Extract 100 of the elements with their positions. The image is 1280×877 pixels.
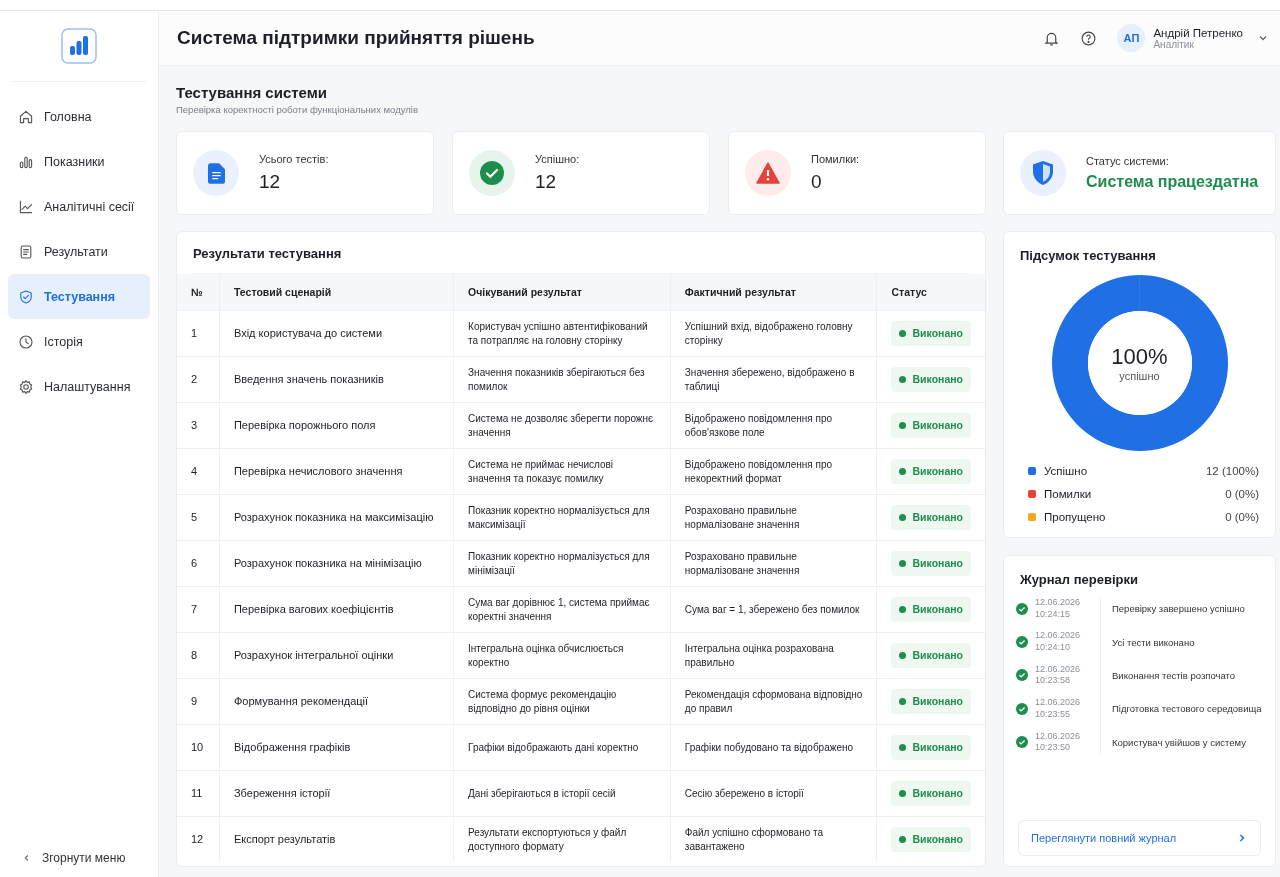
log-message: Підготовка тестового середовища	[1112, 703, 1262, 715]
table-cell: Розрахунок показника на мінімізацію	[219, 540, 454, 587]
log-date: 12.06.2026	[1035, 597, 1082, 609]
sidebar-item[interactable]: Налаштування	[8, 364, 150, 409]
table-cell: 10	[177, 724, 220, 771]
full-log-button[interactable]: Переглянути повний журнал	[1018, 820, 1261, 856]
clock-icon	[18, 333, 34, 350]
table-cell: Успішний вхід, відображено головну сторінку	[670, 310, 877, 357]
status-badge: Виконано	[891, 689, 971, 714]
table-cell: Користувач успішно автентифікований та потрапляє на головну сторінку	[453, 310, 671, 357]
shield-icon	[1033, 161, 1053, 185]
check-circle-icon	[1016, 669, 1028, 682]
table-cell: Розрахунок показника на максимізацію	[219, 494, 454, 541]
app-title: Система підтримки прийняття рішень	[177, 27, 535, 49]
check-circle-icon	[1016, 736, 1028, 749]
table-cell: Вхід користувача до системи	[219, 310, 454, 357]
status-badge: Виконано	[891, 551, 971, 576]
log-time: 10:23:55	[1035, 708, 1072, 721]
table-cell: Перевірка вагових коефіцієнтів	[219, 586, 454, 633]
table-cell: Розраховано правильне нормалізоване значення	[670, 540, 877, 587]
log-message: Перевірку завершено успішно	[1112, 603, 1245, 615]
sidebar-item[interactable]: Аналітичні сесії	[8, 184, 150, 229]
table-cell: Інтегральна оцінка обчислюється коректно	[453, 632, 671, 679]
table-cell: Графіки побудовано та відображено	[670, 724, 877, 771]
sidebar-item[interactable]: Історія	[8, 319, 150, 364]
table-cell: Перевірка порожнього поля	[219, 402, 454, 449]
legend-label: Пропущено	[1044, 511, 1106, 523]
stat-label: Помилки:	[811, 153, 860, 165]
table-cell: Формування рекомендації	[219, 678, 454, 725]
stat-label: Успішно:	[535, 153, 580, 165]
legend-value: 0 (0%)	[1225, 488, 1259, 500]
user-name: Андрій Петренко	[1153, 26, 1243, 39]
column-header: Статус	[877, 274, 985, 311]
table-cell: Введення значень показників	[219, 356, 454, 403]
table-cell: Графіки відображають дані коректно	[453, 724, 671, 771]
table-cell: Експорт результатів	[219, 816, 454, 862]
table-cell: Значення збережено, відображено в таблиці	[670, 356, 877, 403]
column-header: №	[177, 274, 220, 311]
sidebar-item[interactable]: Результати	[8, 229, 150, 274]
legend-value: 12 (100%)	[1205, 465, 1259, 477]
status-badge: Виконано	[891, 781, 971, 806]
log-date: 12.06.2026	[1035, 663, 1082, 676]
log-time: 10:23:58	[1035, 675, 1072, 688]
table-cell: 12	[177, 816, 220, 862]
check-circle-icon	[1016, 636, 1028, 649]
sidebar-item[interactable]: Головна	[8, 94, 150, 139]
collapse-menu-button[interactable]: Згорнути меню	[0, 851, 158, 877]
logo-icon	[61, 28, 97, 64]
table-cell: Сесію збережено в історії	[670, 770, 877, 817]
table-cell: Відображено повідомлення про обов'язкове поле	[670, 402, 877, 449]
sidebar-item[interactable]: Тестування	[8, 274, 150, 319]
table-cell: 5	[177, 494, 220, 541]
user-role: Аналітик	[1153, 38, 1194, 50]
table-cell: 8	[177, 632, 220, 679]
status-badge: Виконано	[891, 643, 971, 668]
table-cell: 7	[177, 586, 220, 633]
stat-value: 12	[535, 171, 558, 193]
table-cell: 6	[177, 540, 220, 587]
table-cell: Відображено повідомлення про некоректний формат	[670, 448, 877, 495]
status-badge: Виконано	[891, 735, 971, 760]
sidebar-item[interactable]: Показники	[8, 139, 150, 184]
column-header: Фактичний результат	[670, 274, 877, 311]
table-cell: 3	[177, 402, 220, 449]
table-cell: Рекомендація сформована відповідно до правил	[670, 678, 877, 725]
table-cell: Показник коректно нормалізується для максимізації	[453, 494, 671, 541]
legend-label: Помилки	[1044, 488, 1092, 500]
help-icon[interactable]	[1080, 29, 1098, 47]
table-cell: Дані зберігаються в історії сесій	[453, 770, 671, 817]
table-cell: Файл успішно сформовано та завантажено	[670, 816, 877, 862]
table-cell: 2	[177, 356, 220, 403]
log-time: 10:24:10	[1035, 642, 1072, 654]
shield-check-icon	[18, 288, 34, 305]
settings-icon	[18, 378, 34, 395]
table-cell: 9	[177, 678, 220, 725]
log-message: Усі тести виконано	[1112, 636, 1195, 648]
table-cell: Система не дозволяє зберегти порожнє значення	[453, 402, 671, 449]
status-badge: Виконано	[891, 413, 971, 438]
status-badge: Виконано	[891, 321, 971, 346]
table-cell: Показник коректно нормалізується для мінімізації	[453, 540, 671, 587]
legend-value: 0 (0%)	[1225, 511, 1259, 523]
table-cell: Збереження історії	[219, 770, 454, 817]
user-avatar[interactable]: АП	[1117, 24, 1146, 52]
table-cell: Розраховано правильне нормалізоване значення	[670, 494, 877, 541]
stat-value: 0	[811, 171, 823, 193]
status-badge: Виконано	[891, 597, 971, 622]
legend-label: Успішно	[1044, 465, 1088, 477]
status-value: Система працездатна	[1086, 173, 1259, 191]
table-cell: Перевірка нечислового значення	[219, 448, 454, 495]
table-cell: Результати експортуються у файл доступного формату	[453, 816, 671, 862]
donut-label: успішно	[1119, 370, 1160, 382]
table-cell: Система формує рекомендацію відповідно до рівня оцінки	[453, 678, 671, 725]
check-circle-icon	[1016, 602, 1028, 615]
log-time: 10:24:15	[1035, 608, 1072, 621]
table-cell: Інтегральна оцінка розрахована правильно	[670, 632, 877, 679]
table-cell: 1	[177, 310, 220, 357]
document-icon	[18, 243, 34, 260]
home-icon	[18, 108, 34, 125]
status-badge: Виконано	[891, 505, 971, 530]
table-cell: Сума ваг = 1, збережено без помилок	[670, 586, 877, 633]
donut-value: 100%	[1111, 344, 1168, 370]
